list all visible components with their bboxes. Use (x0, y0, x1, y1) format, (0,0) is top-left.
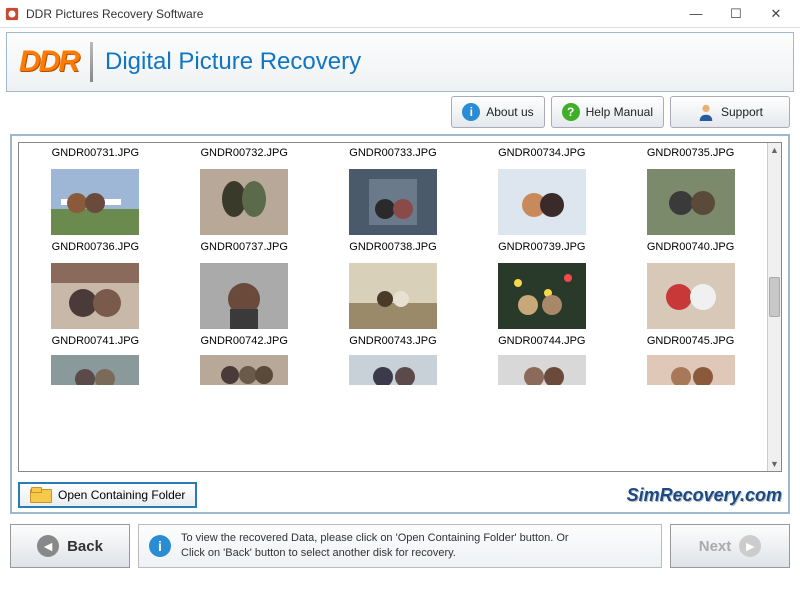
open-folder-label: Open Containing Folder (58, 488, 185, 502)
gallery-item[interactable]: GNDR00738.JPG (319, 161, 468, 255)
thumbnail-image (647, 355, 735, 385)
help-icon: ? (562, 103, 580, 121)
open-containing-folder-button[interactable]: Open Containing Folder (18, 482, 197, 508)
gallery-item[interactable]: GNDR00740.JPG (616, 161, 765, 255)
gallery-item[interactable]: GNDR00734.JPG (467, 145, 616, 161)
help-button[interactable]: ? Help Manual (551, 96, 664, 128)
gallery-item[interactable]: GNDR00744.JPG (467, 255, 616, 349)
watermark-text: SimRecovery.com (627, 485, 782, 506)
logo-text: DDR (19, 45, 78, 79)
thumbnail-image (349, 355, 437, 385)
about-label: About us (486, 105, 533, 119)
gallery-row-partial (21, 349, 765, 389)
gallery-row: GNDR00731.JPG GNDR00732.JPG GNDR00733.JP… (21, 145, 765, 161)
gallery-item[interactable]: GNDR00742.JPG (170, 255, 319, 349)
titlebar: DDR Pictures Recovery Software — ☐ ✕ (0, 0, 800, 28)
thumbnail-image (200, 263, 288, 329)
thumbnail-image (349, 169, 437, 235)
back-arrow-icon: ◄ (37, 535, 59, 557)
info-icon: i (462, 103, 480, 121)
scroll-thumb[interactable] (769, 277, 780, 317)
thumbnail-image (200, 169, 288, 235)
gallery-item[interactable] (616, 349, 765, 389)
maximize-button[interactable]: ☐ (716, 0, 756, 28)
window-title: DDR Pictures Recovery Software (26, 7, 203, 21)
vertical-scrollbar[interactable]: ▲ ▼ (767, 143, 781, 471)
next-button: Next ► (670, 524, 790, 568)
gallery-item[interactable] (319, 349, 468, 389)
window-controls: — ☐ ✕ (676, 0, 796, 28)
folder-icon (30, 487, 50, 503)
back-button[interactable]: ◄ Back (10, 524, 130, 568)
support-label: Support (721, 105, 763, 119)
info-message-box: i To view the recovered Data, please cli… (138, 524, 662, 568)
gallery-item[interactable]: GNDR00741.JPG (21, 255, 170, 349)
gallery-item[interactable]: GNDR00732.JPG (170, 145, 319, 161)
thumbnail-gallery[interactable]: GNDR00731.JPG GNDR00732.JPG GNDR00733.JP… (19, 143, 767, 471)
gallery-item[interactable]: GNDR00739.JPG (467, 161, 616, 255)
back-label: Back (67, 538, 103, 555)
info-icon: i (149, 535, 171, 557)
scroll-down-arrow[interactable]: ▼ (768, 457, 781, 471)
next-label: Next (699, 538, 732, 555)
header-banner: DDR Digital Picture Recovery (6, 32, 794, 92)
bottom-nav: ◄ Back i To view the recovered Data, ple… (0, 518, 800, 576)
gallery-item[interactable] (170, 349, 319, 389)
scroll-up-arrow[interactable]: ▲ (768, 143, 781, 157)
gallery-item[interactable] (21, 349, 170, 389)
thumbnail-image (498, 355, 586, 385)
info-text: To view the recovered Data, please click… (181, 531, 569, 561)
logo-divider (90, 42, 93, 82)
gallery-item[interactable]: GNDR00731.JPG (21, 145, 170, 161)
toolbar: i About us ? Help Manual Support (0, 92, 800, 132)
thumbnail-image (647, 169, 735, 235)
about-button[interactable]: i About us (451, 96, 544, 128)
minimize-button[interactable]: — (676, 0, 716, 28)
gallery-row: GNDR00741.JPG GNDR00742.JPG GNDR00743.JP… (21, 255, 765, 349)
gallery-item[interactable]: GNDR00745.JPG (616, 255, 765, 349)
app-icon (4, 6, 20, 22)
thumbnail-image (51, 263, 139, 329)
thumbnail-image (349, 263, 437, 329)
help-label: Help Manual (586, 105, 653, 119)
gallery-container: GNDR00731.JPG GNDR00732.JPG GNDR00733.JP… (18, 142, 782, 472)
gallery-item[interactable]: GNDR00743.JPG (319, 255, 468, 349)
next-arrow-icon: ► (739, 535, 761, 557)
app-title: Digital Picture Recovery (105, 48, 361, 76)
scroll-track[interactable] (768, 157, 781, 457)
thumbnail-image (498, 169, 586, 235)
panel-footer: Open Containing Folder SimRecovery.com (12, 478, 788, 512)
gallery-item[interactable] (467, 349, 616, 389)
thumbnail-image (200, 355, 288, 385)
thumbnail-image (51, 355, 139, 385)
gallery-item[interactable]: GNDR00736.JPG (21, 161, 170, 255)
thumbnail-image (647, 263, 735, 329)
gallery-item[interactable]: GNDR00733.JPG (319, 145, 468, 161)
main-panel: GNDR00731.JPG GNDR00732.JPG GNDR00733.JP… (10, 134, 790, 514)
thumbnail-image (498, 263, 586, 329)
close-button[interactable]: ✕ (756, 0, 796, 28)
gallery-item[interactable]: GNDR00737.JPG (170, 161, 319, 255)
thumbnail-image (51, 169, 139, 235)
support-icon (697, 103, 715, 121)
gallery-item[interactable]: GNDR00735.JPG (616, 145, 765, 161)
support-button[interactable]: Support (670, 96, 790, 128)
gallery-row: GNDR00736.JPG GNDR00737.JPG GNDR00738.JP… (21, 161, 765, 255)
